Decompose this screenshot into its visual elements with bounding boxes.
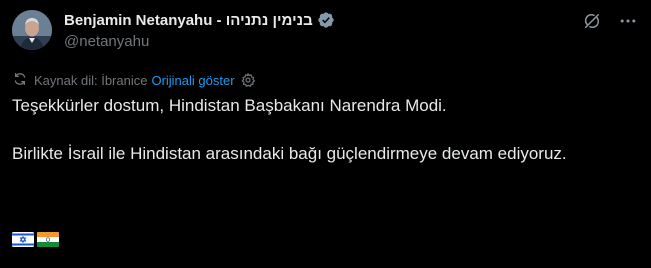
name-row: Benjamin Netanyahu - בנימין נתניהו [64, 10, 584, 30]
tweet-paragraph: Birlikte İsrail ile Hindistan arasındaki… [12, 144, 567, 163]
flag-emojis [12, 232, 59, 247]
show-original-link[interactable]: Orijinali göster [151, 73, 234, 88]
gear-icon[interactable] [240, 72, 256, 88]
display-name[interactable]: Benjamin Netanyahu - בנימין נתניהו [64, 12, 313, 29]
tweet-paragraph: Teşekkürler dostum, Hindistan Başbakanı … [12, 96, 447, 115]
source-language-label: Kaynak dil: İbranice [34, 72, 148, 88]
verified-badge-icon[interactable] [317, 11, 335, 29]
tweet-header: Benjamin Netanyahu - בנימין נתניהו @neta… [64, 10, 584, 52]
flag-india-icon [37, 232, 59, 247]
tweet-card[interactable]: Benjamin Netanyahu - בנימין נתניהו @neta… [0, 0, 651, 268]
translate-icon [12, 71, 28, 90]
grok-icon[interactable] [581, 10, 603, 32]
translation-bar: Kaynak dil: İbranice Orijinali göster [12, 71, 256, 89]
more-icon[interactable] [617, 10, 639, 32]
avatar[interactable] [12, 10, 52, 50]
top-actions [581, 10, 639, 32]
handle[interactable]: @netanyahu [64, 33, 584, 52]
flag-israel-icon [12, 232, 34, 247]
tweet-text: Teşekkürler dostum, Hindistan Başbakanı … [12, 94, 632, 166]
